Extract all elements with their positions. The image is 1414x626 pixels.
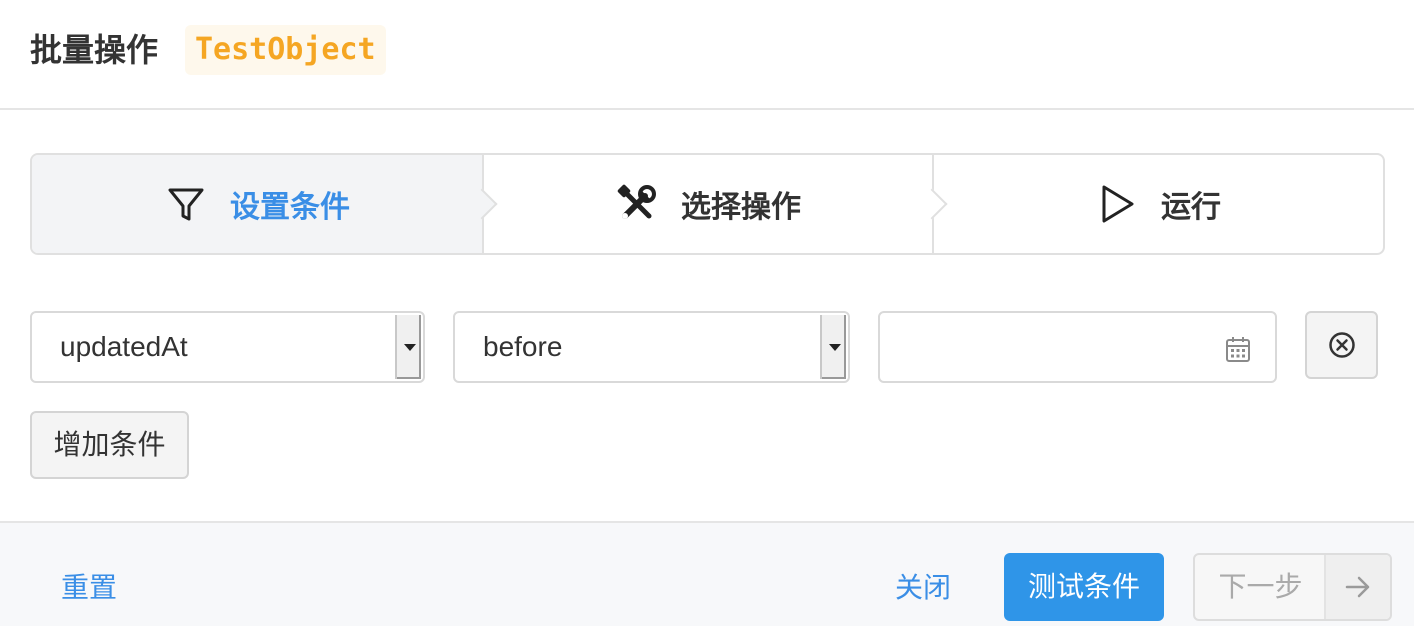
step-label: 设置条件 <box>230 191 350 224</box>
step-choose-action[interactable]: 选择操作 <box>482 155 932 253</box>
steps-bar: 设置条件 选择操作 运行 <box>30 153 1385 255</box>
operator-select-toggle[interactable] <box>820 315 846 379</box>
step-label: 选择操作 <box>681 191 801 224</box>
close-button[interactable]: 关闭 <box>895 570 951 606</box>
date-input[interactable] <box>878 311 1277 383</box>
caret-down-icon <box>829 344 841 351</box>
object-name-badge: TestObject <box>185 25 386 75</box>
close-circle-icon <box>1328 332 1355 358</box>
next-step-button[interactable]: 下一步 <box>1193 553 1392 621</box>
add-condition-button[interactable]: 增加条件 <box>30 411 189 479</box>
caret-down-icon <box>404 344 416 351</box>
reset-button[interactable]: 重置 <box>61 570 117 606</box>
operator-select[interactable]: before <box>453 311 850 383</box>
next-step-label: 下一步 <box>1218 571 1303 602</box>
filter-icon <box>168 188 204 221</box>
test-conditions-button[interactable]: 测试条件 <box>1004 553 1164 621</box>
modal-footer: 重置 关闭 测试条件 下一步 <box>0 521 1414 626</box>
next-arrow-box <box>1324 555 1390 619</box>
field-select-toggle[interactable] <box>395 315 421 379</box>
step-run[interactable]: 运行 <box>932 155 1382 253</box>
tools-icon <box>617 184 656 219</box>
field-select-value: updatedAt <box>60 331 188 362</box>
page-title: 批量操作 <box>30 32 159 68</box>
arrow-right-icon <box>1345 576 1370 598</box>
modal-header: 批量操作 TestObject <box>0 0 1414 110</box>
step-label: 运行 <box>1161 191 1221 224</box>
remove-condition-button[interactable] <box>1305 311 1378 379</box>
field-select[interactable]: updatedAt <box>30 311 425 383</box>
step-set-conditions[interactable]: 设置条件 <box>32 155 482 253</box>
operator-select-value: before <box>483 331 563 362</box>
calendar-icon[interactable] <box>1225 335 1251 363</box>
play-icon <box>1102 185 1134 223</box>
